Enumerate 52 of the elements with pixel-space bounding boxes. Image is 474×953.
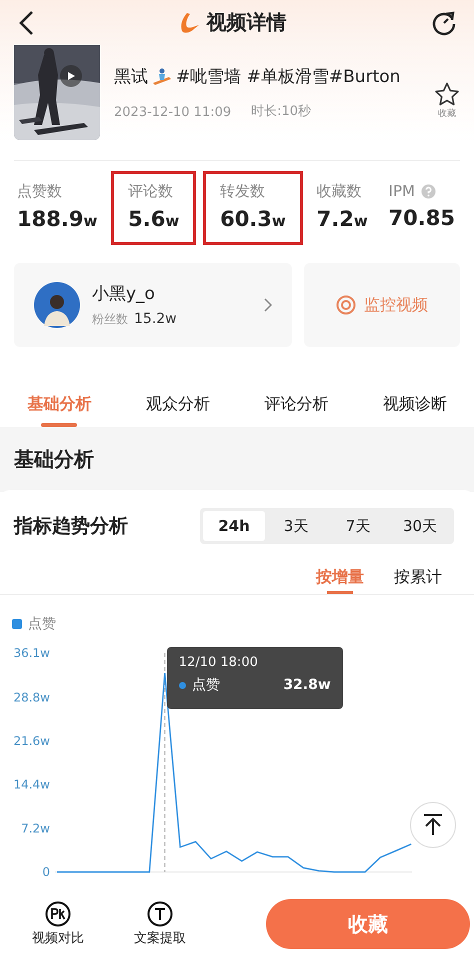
publish-date: 2023-12-10 11:09	[114, 105, 232, 120]
stat-label: 转发数	[220, 182, 266, 201]
text-icon	[147, 901, 173, 927]
refresh-icon[interactable]	[430, 8, 458, 36]
play-icon[interactable]	[60, 65, 82, 87]
author-name: 小黑y_o	[92, 283, 156, 305]
avatar-icon	[34, 282, 80, 328]
axis-tick-label: 14.4w	[13, 778, 50, 792]
axis-tick-label: 36.1w	[13, 646, 50, 660]
range-option[interactable]: 24h	[203, 511, 265, 541]
axis-tick-label: 7.2w	[21, 821, 50, 836]
pk-icon	[45, 901, 71, 927]
trend-title: 指标趋势分析	[14, 514, 128, 539]
snowboarder-icon	[152, 66, 172, 86]
section-title: 基础分析	[14, 446, 94, 473]
analysis-tab[interactable]: 评论分析	[258, 371, 334, 427]
axis-tick-label: 0	[42, 865, 50, 879]
stat-label: 评论数	[128, 182, 174, 201]
legend-label: 点赞	[28, 615, 56, 633]
tooltip-value: 32.8w	[283, 677, 331, 693]
back-icon[interactable]	[18, 10, 34, 36]
stat-value: 5.6w	[128, 207, 180, 231]
axis-tick-label: 21.6w	[13, 734, 50, 748]
target-icon	[336, 295, 356, 315]
duration-text: 时长:10秒	[251, 103, 312, 120]
analysis-tab[interactable]: 视频诊断	[376, 371, 453, 427]
stat-value: 7.2w	[316, 207, 368, 231]
mode-tab[interactable]: 按累计	[394, 560, 442, 594]
tooltip-dot	[178, 682, 186, 688]
followers-count: 15.2w	[134, 311, 177, 327]
range-option[interactable]: 3天	[265, 511, 327, 541]
page-title: 视频详情	[206, 9, 286, 36]
stat-label: 点赞数	[17, 182, 62, 201]
axis-tick-label: 28.8w	[13, 690, 50, 704]
hashtag-text: #呲雪墙 #单板滑雪#Burton	[176, 66, 400, 88]
action-button[interactable]: 视频对比	[32, 901, 84, 947]
chevron-right-icon	[264, 298, 272, 312]
stat-label: 收藏数	[316, 182, 362, 201]
stat-value: 60.3w	[220, 207, 286, 231]
stat-value: 70.85	[388, 206, 455, 230]
arrow-up-icon	[422, 813, 444, 837]
stat-value: 188.9w	[17, 207, 98, 231]
caption-text: 黑试	[114, 66, 148, 88]
range-option[interactable]: 30天	[389, 511, 451, 541]
author-card[interactable]: 小黑y_o 粉丝数 15.2w	[14, 263, 292, 347]
analysis-tab[interactable]: 观众分析	[140, 371, 216, 427]
followers-label: 粉丝数	[92, 311, 128, 328]
stat-label: IPM	[388, 182, 415, 200]
tooltip-time: 12/10 18:00	[178, 655, 259, 670]
action-button[interactable]: 文案提取	[134, 901, 186, 947]
range-option[interactable]: 7天	[327, 511, 389, 541]
tooltip-series: 点赞	[192, 676, 220, 694]
